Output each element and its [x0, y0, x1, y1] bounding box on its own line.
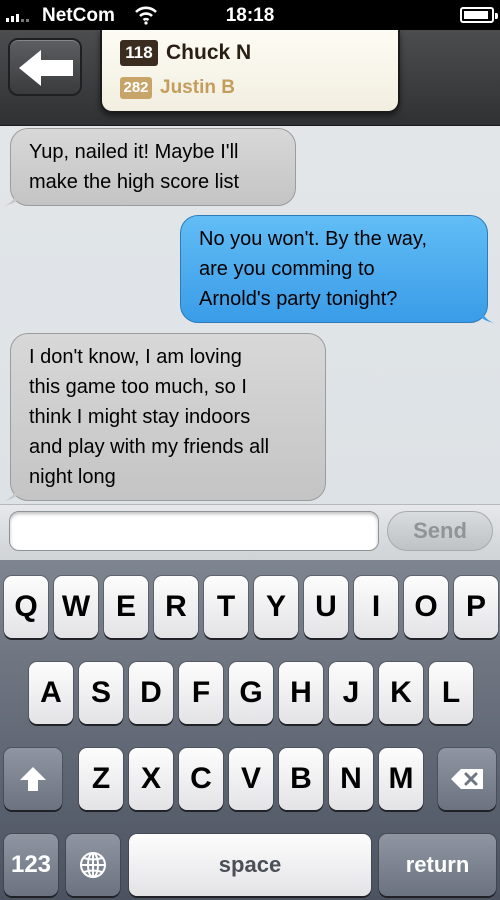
player-name: Chuck N: [166, 41, 252, 64]
message-line: I don't know, I am loving: [29, 346, 242, 368]
player-row: 282 Justin B: [120, 77, 235, 99]
key-o[interactable]: O: [404, 576, 448, 638]
players-scoreboard: 118 Chuck N 282 Justin B: [100, 30, 400, 113]
key-g[interactable]: G: [229, 662, 273, 724]
message-line: Arnold's party tonight?: [199, 288, 398, 310]
key-c[interactable]: C: [179, 748, 223, 810]
key-l[interactable]: L: [429, 662, 473, 724]
shift-key[interactable]: [4, 748, 62, 810]
key-h[interactable]: H: [279, 662, 323, 724]
message-line: Yup, nailed it! Maybe I'll: [29, 141, 239, 163]
return-key[interactable]: return: [379, 834, 496, 896]
message-line: make the high score list: [29, 171, 240, 193]
status-bar: NetCom 18:18: [0, 0, 500, 30]
header-bar: 118 Chuck N 282 Justin B: [0, 30, 500, 126]
key-a[interactable]: A: [29, 662, 73, 724]
key-v[interactable]: V: [229, 748, 273, 810]
message-line: think I might stay indoors: [29, 406, 251, 428]
key-u[interactable]: U: [304, 576, 348, 638]
shift-arrow-icon: [20, 767, 46, 791]
key-n[interactable]: N: [329, 748, 373, 810]
message-line: No you won't. By the way,: [199, 228, 427, 250]
battery-icon: [460, 7, 498, 23]
message-line: this game too much, so I: [29, 376, 247, 398]
key-m[interactable]: M: [379, 748, 423, 810]
key-r[interactable]: R: [154, 576, 198, 638]
key-i[interactable]: I: [354, 576, 398, 638]
key-b[interactable]: B: [279, 748, 323, 810]
back-arrow-icon: [19, 50, 73, 86]
player-score-badge: 282: [120, 77, 152, 99]
message-line: and play with my friends all: [29, 436, 270, 458]
player-row: 118 Chuck N: [120, 40, 251, 66]
key-w[interactable]: W: [54, 576, 98, 638]
message-bubble-incoming: I don't know, I am loving this game too …: [3, 333, 326, 501]
send-button[interactable]: Send: [387, 511, 493, 551]
globe-icon: [80, 852, 106, 878]
space-key[interactable]: space: [129, 834, 371, 896]
message-bubble-incoming: Yup, nailed it! Maybe I'll make the high…: [3, 128, 296, 206]
key-x[interactable]: X: [129, 748, 173, 810]
delete-backspace-icon: [451, 769, 483, 789]
message-line: night long: [29, 466, 116, 488]
key-k[interactable]: K: [379, 662, 423, 724]
player-name: Justin B: [160, 77, 235, 98]
key-f[interactable]: F: [179, 662, 223, 724]
status-time: 18:18: [225, 5, 275, 26]
message-composer: Send: [0, 504, 500, 560]
back-button[interactable]: [8, 38, 82, 96]
message-line: are you comming to: [199, 258, 375, 280]
key-s[interactable]: S: [79, 662, 123, 724]
key-t[interactable]: T: [204, 576, 248, 638]
key-p[interactable]: P: [454, 576, 498, 638]
key-e[interactable]: E: [104, 576, 148, 638]
key-j[interactable]: J: [329, 662, 373, 724]
numbers-key[interactable]: 123: [4, 834, 58, 896]
onscreen-keyboard: Q W E R T Y U I O P A S D F G H J K L Z …: [0, 560, 500, 900]
message-input[interactable]: [9, 511, 379, 551]
key-y[interactable]: Y: [254, 576, 298, 638]
message-bubble-outgoing: No you won't. By the way, are you commin…: [180, 215, 495, 323]
globe-key[interactable]: [66, 834, 120, 896]
delete-key[interactable]: [438, 748, 496, 810]
chat-thread: Yup, nailed it! Maybe I'll make the high…: [0, 126, 500, 504]
player-score-badge: 118: [120, 40, 158, 66]
key-q[interactable]: Q: [4, 576, 48, 638]
key-d[interactable]: D: [129, 662, 173, 724]
key-z[interactable]: Z: [79, 748, 123, 810]
